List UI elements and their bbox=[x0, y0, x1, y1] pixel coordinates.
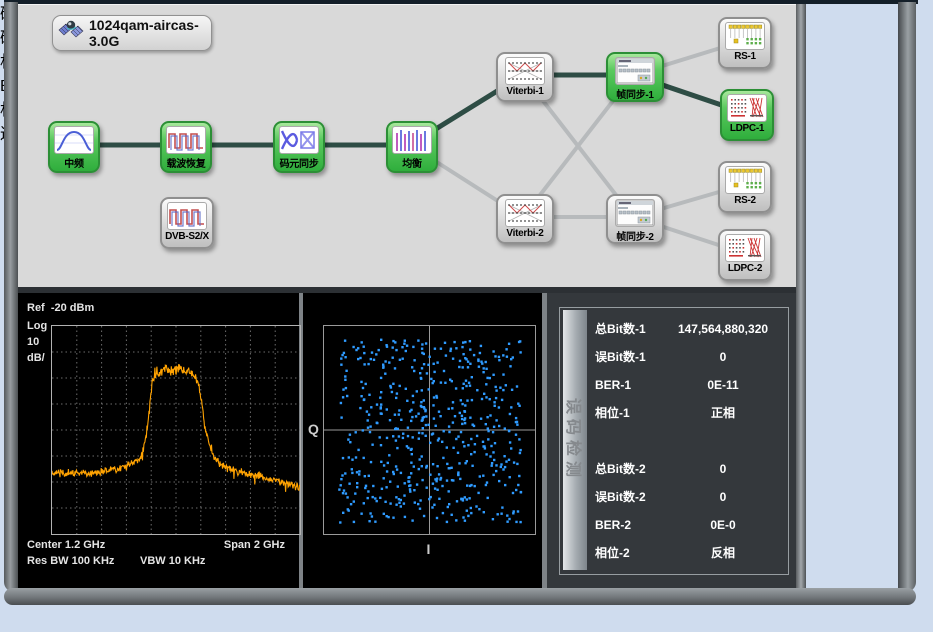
node-framesync1[interactable]: 帧同步-1 bbox=[606, 52, 664, 102]
stat-label-5: 总Bit数-2 bbox=[595, 459, 661, 480]
stat-value-4: 正相 bbox=[661, 403, 785, 424]
sidebar-divider bbox=[796, 4, 806, 588]
node-label: Viterbi-1 bbox=[498, 86, 552, 97]
scale-label-10: 10 bbox=[27, 336, 39, 348]
spectrum-analyzer-panel: Ref -20 dBm Log 10 dB/ Center 1.2 GHz Sp… bbox=[18, 293, 299, 588]
ref-level-label: Ref -20 dBm bbox=[27, 302, 94, 314]
res-bw-label: Res BW 100 KHz bbox=[27, 555, 114, 567]
frame-window-icon bbox=[615, 57, 655, 85]
node-dvb[interactable]: DVB-S2/X bbox=[160, 197, 214, 249]
window-frame-left bbox=[4, 2, 18, 592]
stat-value-7: 0E-0 bbox=[661, 515, 785, 536]
ber-side-label: 误码检测 bbox=[563, 398, 587, 482]
i-axis-label: I bbox=[323, 541, 534, 557]
node-label: 帧同步-2 bbox=[608, 228, 662, 243]
stat-value-3: 0E-11 bbox=[661, 375, 785, 396]
center-freq-label: Center 1.2 GHz bbox=[27, 539, 105, 551]
ber-side-strip: 误码检测 bbox=[563, 310, 587, 570]
shift-register-icon bbox=[725, 166, 765, 194]
stat-label-3: BER-1 bbox=[595, 375, 661, 396]
stat-value-1: 147,564,880,320 bbox=[661, 319, 785, 340]
stat-value-2: 0 bbox=[661, 347, 785, 368]
ldpc-graph-icon bbox=[725, 234, 765, 262]
q-axis-label: Q bbox=[308, 421, 319, 437]
stat-label-6: 误Bit数-2 bbox=[595, 487, 661, 508]
eye-diagram-icon bbox=[279, 126, 319, 154]
frame-window-icon bbox=[615, 199, 655, 227]
node-framesync2[interactable]: 帧同步-2 bbox=[606, 194, 664, 244]
trellis-icon bbox=[505, 199, 545, 227]
equalizer-bars-icon bbox=[392, 126, 432, 154]
span-label: Span 2 GHz bbox=[224, 539, 285, 551]
shift-register-icon bbox=[725, 22, 765, 50]
node-label: 载波恢复 bbox=[162, 155, 210, 170]
scale-label-log: Log bbox=[27, 320, 47, 332]
app-window: 1024qam-aircas-3.0G 中频 载波恢复 码元同步 均衡 DVB-S2/X… bbox=[0, 0, 933, 632]
node-label: LDPC-1 bbox=[722, 123, 772, 134]
stat-label-7: BER-2 bbox=[595, 515, 661, 536]
node-rs1[interactable]: RS-1 bbox=[718, 17, 772, 69]
vbw-label: VBW 10 KHz bbox=[140, 555, 205, 567]
constellation-panel: Q I bbox=[303, 293, 542, 588]
window-frame-bottom bbox=[4, 588, 916, 605]
stat-label-4: 相位-1 bbox=[595, 403, 661, 424]
constellation-plot bbox=[323, 325, 536, 535]
node-label: 均衡 bbox=[388, 155, 436, 170]
node-ldpc1[interactable]: LDPC-1 bbox=[720, 89, 774, 141]
waveform-icon bbox=[166, 126, 206, 154]
node-label: LDPC-2 bbox=[720, 263, 770, 274]
node-viterbi1[interactable]: Viterbi-1 bbox=[496, 52, 554, 102]
satellite-icon bbox=[53, 16, 87, 51]
scale-label-db: dB/ bbox=[27, 352, 45, 364]
window-frame-right bbox=[898, 2, 916, 592]
node-ldpc2[interactable]: LDPC-2 bbox=[718, 229, 772, 281]
signal-chain-diagram: 1024qam-aircas-3.0G 中频 载波恢复 码元同步 均衡 DVB-S2/X… bbox=[18, 4, 796, 288]
stat-label-2: 误Bit数-1 bbox=[595, 347, 661, 368]
node-rs2[interactable]: RS-2 bbox=[718, 161, 772, 213]
signal-title-label: 1024qam-aircas-3.0G bbox=[89, 17, 211, 49]
stat-value-5: 0 bbox=[661, 459, 785, 480]
node-label: Viterbi-2 bbox=[498, 228, 552, 239]
node-label: 中频 bbox=[50, 155, 98, 170]
spectrum-plot bbox=[51, 325, 301, 535]
node-label: 码元同步 bbox=[275, 155, 323, 170]
stat-label-1: 总Bit数-1 bbox=[595, 319, 661, 340]
node-zhongpin[interactable]: 中频 bbox=[48, 121, 100, 173]
stat-value-6: 0 bbox=[661, 487, 785, 508]
ber-stats-panel: 误码检测 总Bit数-1147,564,880,320误Bit数-10BER-1… bbox=[547, 293, 796, 588]
node-viterbi2[interactable]: Viterbi-2 bbox=[496, 194, 554, 244]
node-eq[interactable]: 均衡 bbox=[386, 121, 438, 173]
node-label: DVB-S2/X bbox=[162, 231, 212, 242]
node-label: 帧同步-1 bbox=[608, 86, 662, 101]
node-label: RS-1 bbox=[720, 51, 770, 62]
waveform-icon bbox=[167, 202, 207, 230]
trellis-icon bbox=[505, 57, 545, 85]
node-label: RS-2 bbox=[720, 195, 770, 206]
signal-title-badge: 1024qam-aircas-3.0G bbox=[52, 15, 212, 51]
ldpc-graph-icon bbox=[727, 94, 767, 122]
stat-label-8: 相位-2 bbox=[595, 543, 661, 564]
node-symsync[interactable]: 码元同步 bbox=[273, 121, 325, 173]
spectrum-curve-icon bbox=[54, 126, 94, 154]
stat-value-8: 反相 bbox=[661, 543, 785, 564]
node-carrier[interactable]: 载波恢复 bbox=[160, 121, 212, 173]
